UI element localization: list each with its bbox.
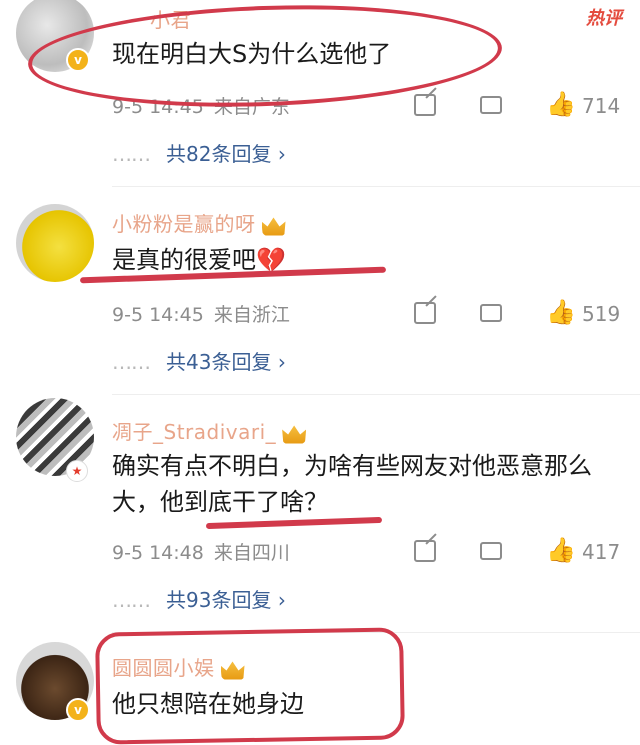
dots: …… [112, 350, 151, 374]
comment-text: 确实有点不明白，为啥有些网友对他恶意那么大，他到底干了啥？ [112, 452, 592, 516]
replies-link[interactable]: …… 共93条回复 › [112, 584, 286, 613]
username: 小粉粉是赢的呀 [112, 208, 286, 237]
edit-icon[interactable] [414, 94, 436, 116]
reply-icon[interactable] [480, 298, 502, 322]
chevron-right-icon: › [277, 588, 286, 612]
replies-count[interactable]: 共82条回复 [166, 142, 271, 166]
username-text[interactable]: 小粉粉是赢的呀 [112, 212, 256, 236]
reply-icon[interactable] [480, 90, 502, 114]
replies-link[interactable]: …… 共43条回复 › [112, 346, 286, 375]
like-count: 417 [582, 540, 621, 564]
chevron-right-icon: › [277, 142, 286, 166]
dots: …… [112, 588, 151, 612]
hot-comments-label: 热评 [586, 8, 622, 29]
comment-actions: 👍 519 [410, 298, 625, 328]
crown-icon [282, 425, 307, 444]
comment-actions: 👍 714 [410, 90, 625, 120]
comment-date: 9-5 14:45 [112, 304, 204, 326]
reply-icon[interactable] [480, 536, 502, 560]
comment-meta: 9-5 14:45 来自浙江 [112, 300, 300, 327]
verified-badge-icon: ★ [66, 460, 88, 482]
username-text[interactable]: 凋子_Stradivari_ [112, 420, 276, 444]
thumbs-up-icon[interactable]: 👍 [546, 92, 576, 116]
divider [112, 394, 640, 395]
comment-location: 来自浙江 [213, 304, 290, 326]
comment-location: 来自四川 [213, 542, 290, 564]
verified-badge-icon: v [66, 698, 90, 722]
annotation-circle [95, 627, 405, 745]
edit-icon[interactable] [414, 540, 436, 562]
avatar[interactable] [16, 204, 94, 282]
thumbs-up-icon[interactable]: 👍 [546, 538, 576, 562]
dots: …… [112, 142, 151, 166]
like-count: 714 [582, 94, 621, 118]
thumbs-up-icon[interactable]: 👍 [546, 300, 576, 324]
chevron-right-icon: › [277, 350, 286, 374]
edit-icon[interactable] [414, 302, 436, 324]
username: 凋子_Stradivari_ [112, 416, 307, 445]
comment-meta: 9-5 14:48 来自四川 [112, 538, 300, 565]
crown-icon [261, 217, 286, 236]
comment-actions: 👍 417 [410, 536, 625, 566]
comment-date: 9-5 14:48 [112, 542, 204, 564]
divider [112, 186, 640, 187]
replies-count[interactable]: 共43条回复 [166, 350, 271, 374]
replies-link[interactable]: …… 共82条回复 › [112, 138, 286, 167]
like-count: 519 [582, 302, 621, 326]
replies-count[interactable]: 共93条回复 [166, 588, 271, 612]
